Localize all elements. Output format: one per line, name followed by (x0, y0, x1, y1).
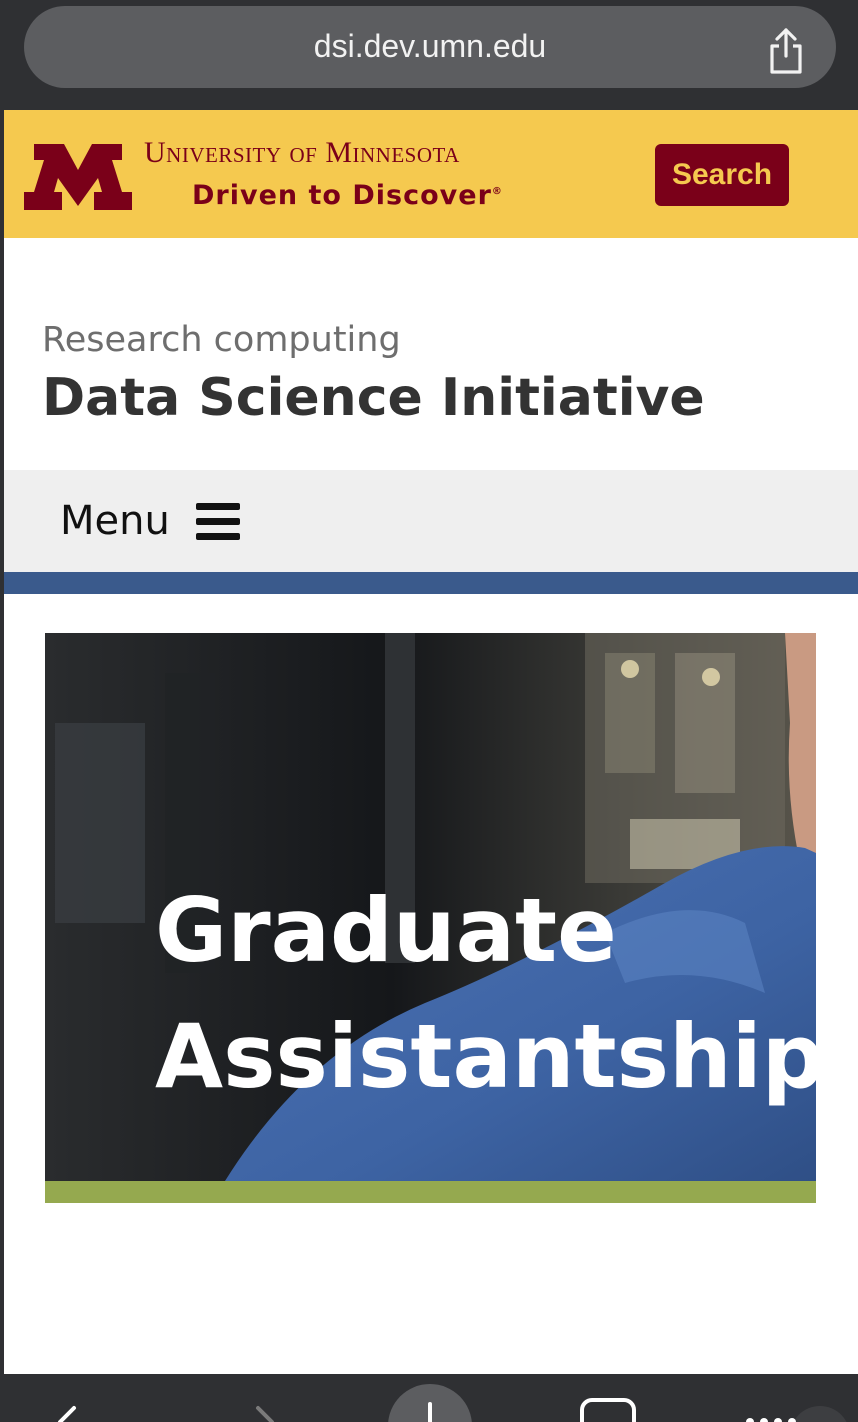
hamburger-icon[interactable] (196, 503, 240, 541)
more-icon[interactable] (740, 1374, 850, 1422)
share-icon[interactable] (766, 26, 806, 76)
hero-heading-line2: Assistantships (155, 1005, 816, 1108)
hero-heading-line1: Graduate (155, 879, 617, 982)
back-icon[interactable] (44, 1374, 84, 1422)
web-page: University of Minnesota Driven to Discov… (4, 110, 858, 1374)
site-subtitle[interactable]: Research computing (42, 320, 401, 360)
university-name[interactable]: University of Minnesota (144, 136, 460, 170)
site-title[interactable]: Data Science Initiative (42, 368, 705, 428)
umn-header: University of Minnesota Driven to Discov… (4, 110, 858, 238)
umn-block-m-logo[interactable] (24, 144, 132, 210)
hero-banner[interactable]: Graduate Assistantships (45, 633, 816, 1181)
menu-bar[interactable]: Menu (4, 470, 858, 572)
address-bar[interactable]: dsi.dev.umn.edu (24, 6, 836, 88)
browser-top-bar: dsi.dev.umn.edu (0, 0, 858, 110)
tagline-text: Driven to Discover (192, 180, 492, 211)
url-text: dsi.dev.umn.edu (313, 28, 547, 64)
nav-divider (4, 572, 858, 594)
registered-mark: ® (491, 186, 503, 197)
browser-bottom-toolbar (0, 1374, 858, 1422)
search-button[interactable]: Search (655, 144, 789, 206)
university-tagline: Driven to Discover® (192, 180, 503, 211)
forward-icon[interactable] (248, 1374, 288, 1422)
new-tab-icon[interactable] (388, 1374, 472, 1422)
tabs-icon[interactable] (578, 1374, 638, 1422)
hero-accent-bar (45, 1181, 816, 1203)
menu-label[interactable]: Menu (60, 498, 170, 544)
